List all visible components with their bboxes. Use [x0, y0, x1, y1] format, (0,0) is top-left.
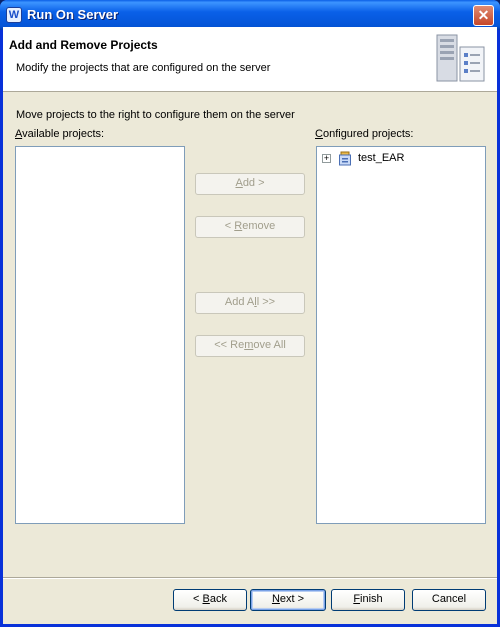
expand-icon[interactable]: + — [322, 154, 331, 163]
server-icon — [436, 34, 485, 82]
window-title: Run On Server — [27, 7, 119, 22]
close-icon: ✕ — [477, 7, 490, 23]
back-button[interactable]: < Back — [173, 589, 247, 611]
cancel-button[interactable]: Cancel — [412, 589, 486, 611]
finish-button[interactable]: Finish — [331, 589, 405, 611]
add-button[interactable]: Add > — [195, 173, 305, 195]
app-icon: W — [6, 7, 22, 23]
available-projects-list[interactable] — [15, 146, 185, 524]
close-button[interactable]: ✕ — [473, 5, 494, 26]
next-button[interactable]: Next > — [250, 589, 326, 611]
wizard-banner: Add and Remove Projects Modify the proje… — [3, 27, 497, 92]
remove-button[interactable]: < Remove — [195, 216, 305, 238]
add-all-button[interactable]: Add All >> — [195, 292, 305, 314]
remove-all-button[interactable]: << Remove All — [195, 335, 305, 357]
page-description: Modify the projects that are configured … — [16, 62, 271, 74]
available-projects-label: Available projects: — [15, 128, 105, 140]
enterprise-project-icon — [339, 151, 351, 166]
configured-projects-list[interactable]: + test_EAR — [316, 146, 486, 524]
page-title: Add and Remove Projects — [9, 38, 158, 52]
tree-item-label: test_EAR — [358, 152, 405, 164]
instruction-text: Move projects to the right to configure … — [16, 109, 295, 121]
title-bar[interactable]: W Run On Server ✕ — [0, 0, 500, 30]
configured-projects-label: Configured projects: — [315, 128, 414, 140]
run-on-server-dialog: W Run On Server ✕ Add and Remove Project… — [0, 0, 500, 627]
footer-separator — [3, 577, 497, 579]
